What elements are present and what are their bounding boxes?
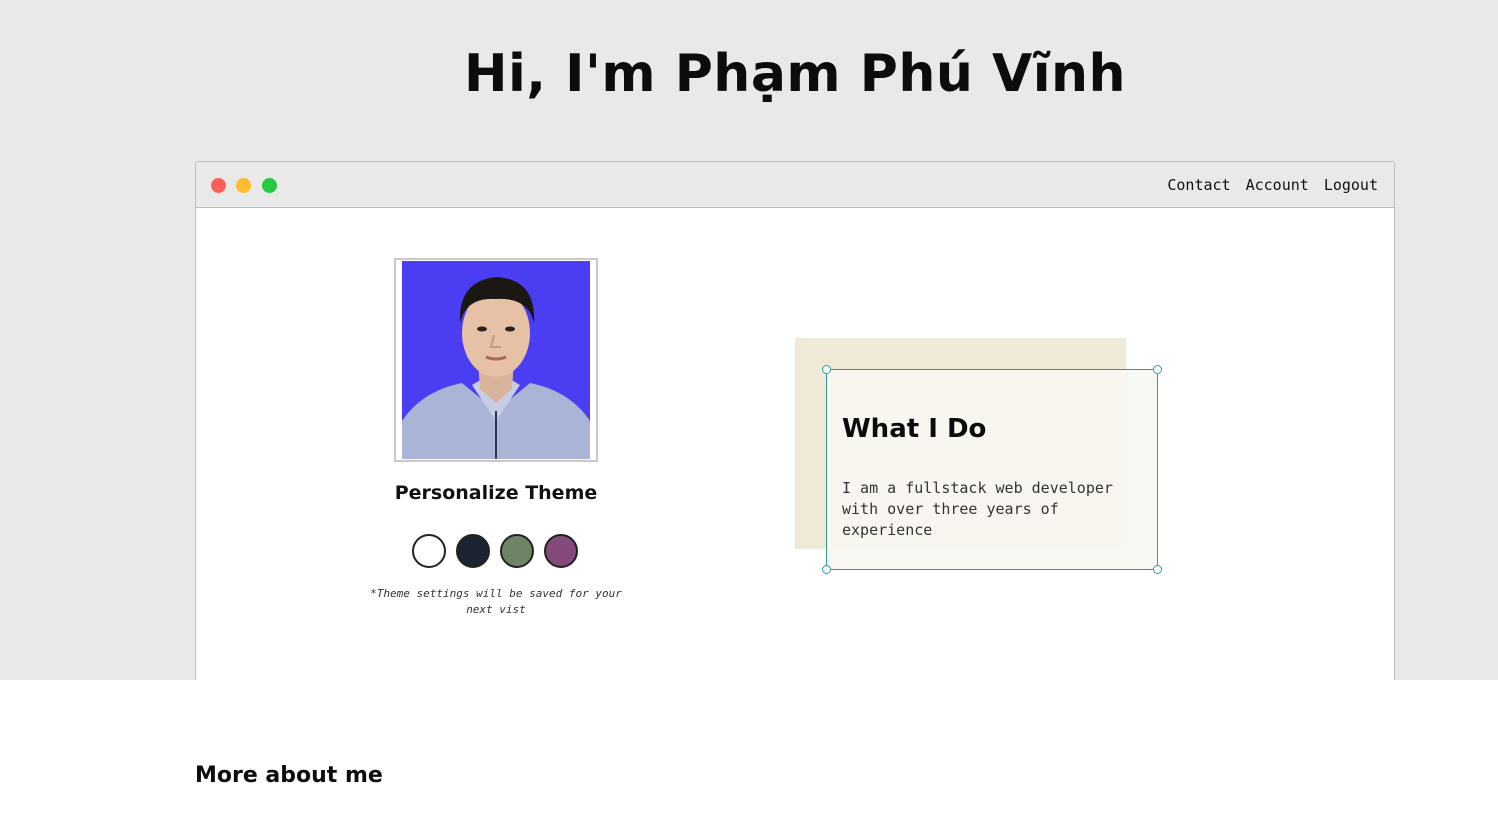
profile-photo-image bbox=[402, 261, 590, 459]
theme-swatches bbox=[412, 534, 578, 568]
minimize-window-dot[interactable] bbox=[236, 178, 251, 193]
window-titlebar: Contact Account Logout bbox=[196, 162, 1394, 208]
maximize-window-dot[interactable] bbox=[262, 178, 277, 193]
theme-swatch-white[interactable] bbox=[412, 534, 446, 568]
card-title: What I Do bbox=[842, 414, 987, 444]
card-text: I am a fullstack web developer with over… bbox=[842, 479, 1113, 539]
top-nav: Contact Account Logout bbox=[1167, 176, 1378, 194]
nav-logout-link[interactable]: Logout bbox=[1324, 176, 1378, 194]
theme-swatch-sage[interactable] bbox=[500, 534, 534, 568]
nav-contact-link[interactable]: Contact bbox=[1167, 176, 1230, 194]
resize-handle-bottom-left[interactable] bbox=[822, 565, 831, 574]
resize-handle-top-right[interactable] bbox=[1153, 365, 1162, 374]
theme-swatch-navy[interactable] bbox=[456, 534, 490, 568]
nav-account-link[interactable]: Account bbox=[1246, 176, 1309, 194]
theme-swatch-plum[interactable] bbox=[544, 534, 578, 568]
more-about-me-heading: More about me bbox=[195, 763, 383, 788]
hero-section: Hi, I'm Phạm Phú Vĩnh Contact Account Lo… bbox=[0, 0, 1498, 680]
profile-photo bbox=[394, 258, 598, 462]
theme-note: *Theme settings will be saved for your n… bbox=[370, 587, 622, 616]
resize-handle-bottom-right[interactable] bbox=[1153, 565, 1162, 574]
resize-handle-top-left[interactable] bbox=[822, 365, 831, 374]
browser-window: Contact Account Logout Personalize Theme… bbox=[195, 161, 1395, 680]
hero-title: Hi, I'm Phạm Phú Vĩnh bbox=[463, 44, 1127, 104]
close-window-dot[interactable] bbox=[211, 178, 226, 193]
personalize-theme-title: Personalize Theme bbox=[394, 482, 598, 504]
what-i-do-card[interactable]: What I Do I am a fullstack web developer… bbox=[822, 365, 1162, 574]
